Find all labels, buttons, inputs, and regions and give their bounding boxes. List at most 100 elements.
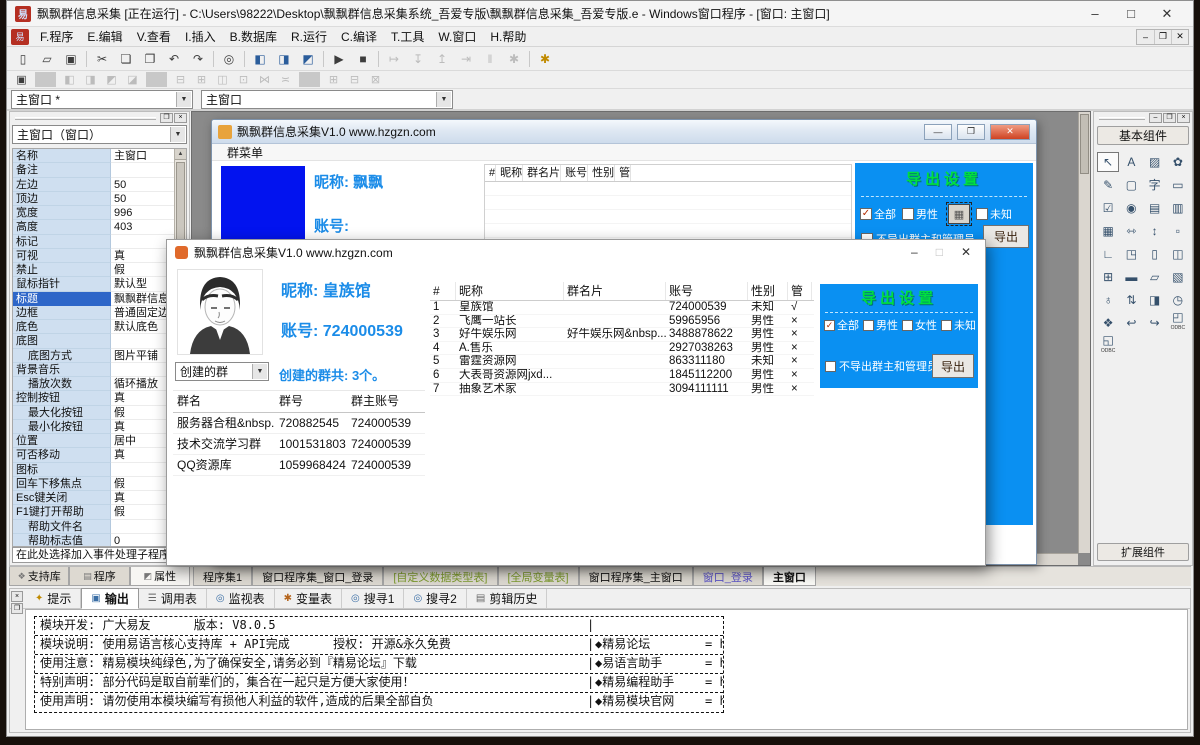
toolbar-button[interactable]: ↥ — [430, 49, 454, 69]
toolbar-button[interactable]: ◧ — [248, 49, 272, 69]
toolbar-button[interactable] — [378, 51, 379, 67]
column-header[interactable]: 群名片 — [564, 282, 666, 300]
palette-component-icon[interactable]: ▥ — [1167, 198, 1189, 218]
menu-item[interactable]: T.工具 — [384, 27, 431, 46]
checkbox-icon[interactable] — [941, 320, 952, 331]
code-tab[interactable]: 窗口程序集_窗口_登录 — [252, 567, 383, 586]
palette-component-icon[interactable]: ✿ — [1167, 152, 1189, 172]
palette-component-icon[interactable]: ◉ — [1120, 198, 1142, 218]
output-tab[interactable]: ◎ 监视表 — [207, 589, 275, 608]
property-row[interactable]: 控制按钮 真 — [13, 391, 186, 405]
panel-grip[interactable] — [1099, 117, 1145, 120]
toolbar-button[interactable]: ◫ — [212, 72, 233, 87]
member-row[interactable]: 6 大表哥资源网jxd... 1845112200 男性 × — [430, 369, 814, 383]
member-row[interactable]: 4 A.售乐 2927038263 男性 × — [430, 342, 814, 356]
panel-close-icon[interactable]: × — [11, 591, 23, 602]
panel-restore-icon[interactable]: ❐ — [1163, 113, 1176, 123]
toolbar-button[interactable]: ⋈ — [254, 72, 275, 87]
window-selector-left[interactable]: 主窗口 * ▼ — [11, 90, 193, 109]
toolbar-button[interactable]: ⊡ — [233, 72, 254, 87]
menu-item[interactable]: W.窗口 — [431, 27, 483, 46]
column-header[interactable]: 账号 — [666, 282, 748, 300]
column-header[interactable]: # — [430, 282, 456, 300]
scroll-up-icon[interactable]: ▲ — [175, 149, 186, 160]
export-button[interactable]: 导出 — [983, 225, 1029, 248]
maximize-icon[interactable]: ❐ — [957, 124, 985, 140]
property-row[interactable]: 高度 403 — [13, 220, 186, 234]
column-header[interactable]: 账号 — [561, 165, 588, 181]
group-row[interactable]: 技术交流学习群 1001531803 724000539 — [173, 434, 425, 455]
property-row[interactable]: 标题 飘飘群信息采集 — [13, 292, 186, 306]
palette-component-icon[interactable]: ☑ — [1097, 198, 1119, 218]
column-header[interactable]: 管 — [615, 165, 631, 181]
column-header[interactable]: # — [485, 165, 496, 181]
checkbox-icon[interactable] — [902, 320, 913, 331]
property-row[interactable]: F1键打开帮助 假 — [13, 505, 186, 519]
checkbox-icon[interactable]: ✓ — [824, 320, 835, 331]
minimize-icon[interactable]: – — [911, 245, 918, 259]
palette-component-icon[interactable]: ⊞ — [1097, 267, 1119, 287]
toolbar-button[interactable]: ◨ — [80, 72, 101, 87]
palette-component-icon[interactable]: ↪ — [1144, 313, 1166, 333]
property-row[interactable]: 位置 居中 — [13, 434, 186, 448]
group-menu-item[interactable]: 群菜单 — [220, 143, 270, 162]
property-row[interactable]: 左边 50 — [13, 178, 186, 192]
panel-close-icon[interactable]: × — [174, 113, 187, 123]
property-row[interactable]: 最大化按钮 假 — [13, 406, 186, 420]
checkbox-icon[interactable]: ✓ — [860, 208, 872, 220]
toolbar-button[interactable]: ▱ — [35, 49, 59, 69]
palette-component-icon[interactable]: ↖ — [1097, 152, 1119, 172]
property-row[interactable]: 回车下移焦点 假 — [13, 477, 186, 491]
palette-component-icon[interactable]: ▫ — [1167, 221, 1189, 241]
column-header[interactable]: 群名片 — [523, 165, 561, 181]
export-button[interactable]: 导出 — [932, 354, 974, 378]
toolbar-button[interactable] — [299, 72, 320, 87]
selected-component[interactable]: ▦ — [948, 204, 970, 224]
toolbar-button[interactable] — [529, 51, 530, 67]
toolbar-button[interactable]: ◎ — [217, 49, 241, 69]
property-row[interactable]: 宽度 996 — [13, 206, 186, 220]
palette-component-icon[interactable]: ▱ — [1144, 267, 1166, 287]
event-hint-box[interactable]: 在此处选择加入事件处理子程序 — [12, 547, 187, 563]
property-row[interactable]: 图标 — [13, 463, 186, 477]
menu-item[interactable]: V.查看 — [130, 27, 178, 46]
property-row[interactable]: 可否移动 真 — [13, 448, 186, 462]
property-row[interactable]: 备注 — [13, 163, 186, 177]
code-tab[interactable]: 主窗口 — [763, 567, 816, 586]
palette-component-icon[interactable]: ◫ — [1167, 244, 1189, 264]
palette-component-icon[interactable]: ◱ODBC — [1097, 336, 1119, 356]
toolbar-button[interactable]: ▶ — [327, 49, 351, 69]
property-row[interactable]: 底图方式 图片平铺 — [13, 349, 186, 363]
panel-minimize-icon[interactable]: – — [1149, 113, 1162, 123]
toolbar-button[interactable]: ▯ — [11, 49, 35, 69]
toolbar-button[interactable]: ⇥ — [454, 49, 478, 69]
member-row[interactable]: 1 皇族馆 724000539 未知 √ — [430, 301, 814, 315]
no-owner-checkbox[interactable]: 不导出群主和管理员 — [825, 358, 938, 374]
toolbar-button[interactable]: ↦ — [382, 49, 406, 69]
palette-component-icon[interactable]: ▬ — [1120, 267, 1142, 287]
property-row[interactable]: 顶边 50 — [13, 192, 186, 206]
menu-item[interactable]: F.程序 — [33, 27, 80, 46]
export-checkbox[interactable]: ✓ 全部 — [824, 317, 859, 333]
toolbar-button[interactable]: ◪ — [122, 72, 143, 87]
property-row[interactable]: 底色 默认底色 — [13, 320, 186, 334]
property-row[interactable]: 边框 普通固定边框 — [13, 306, 186, 320]
property-row[interactable]: 播放次数 循环播放 — [13, 377, 186, 391]
palette-component-icon[interactable]: ▯ — [1144, 244, 1166, 264]
minimize-icon[interactable]: – — [1077, 6, 1113, 22]
minimize-icon[interactable]: — — [924, 124, 952, 140]
property-row[interactable]: Esc键关闭 真 — [13, 491, 186, 505]
palette-component-icon[interactable]: ⇿ — [1120, 221, 1142, 241]
toolbar-button[interactable] — [323, 51, 324, 67]
menu-item[interactable]: R.运行 — [284, 27, 334, 46]
toolbar-button[interactable]: ✂ — [90, 49, 114, 69]
property-row[interactable]: 禁止 假 — [13, 263, 186, 277]
menu-item[interactable]: H.帮助 — [483, 27, 533, 46]
mdi-minimize-icon[interactable]: – — [1137, 30, 1154, 44]
checkbox-icon[interactable] — [976, 208, 988, 220]
toolbar-button[interactable]: ⊞ — [323, 72, 344, 87]
code-tab[interactable]: [自定义数据类型表] — [383, 567, 497, 586]
toolbar-button[interactable]: ◨ — [272, 49, 296, 69]
group-type-combo[interactable]: 创建的群 ▼ — [175, 362, 269, 381]
palette-component-icon[interactable]: ▧ — [1167, 267, 1189, 287]
